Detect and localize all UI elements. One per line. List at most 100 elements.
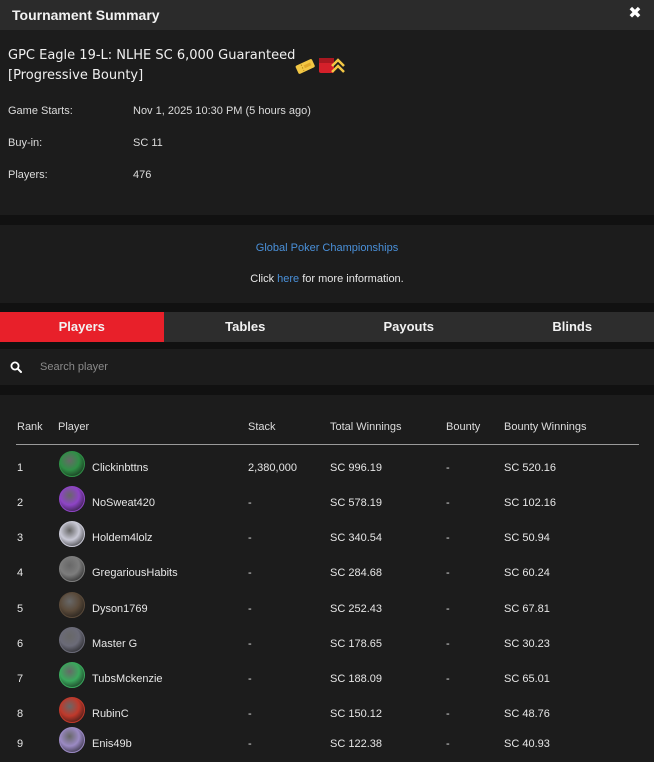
bounty-cell: - [446,462,450,474]
stack-cell: - [248,673,252,685]
total-winnings-cell: SC 996.19 [330,462,382,474]
bounty-winnings-cell: SC 102.16 [504,497,556,509]
header-bounty[interactable]: Bounty [446,421,480,433]
player-name-cell: TubsMckenzie [92,673,163,685]
search-player-input[interactable] [34,355,634,379]
window-title: Tournament Summary [12,7,160,23]
header-rank[interactable]: Rank [17,421,43,433]
players-label: Players: [8,169,48,181]
tab-payouts[interactable]: Payouts [327,312,491,342]
tab-tables[interactable]: Tables [164,312,328,342]
player-name-cell: GregariousHabits [92,567,178,579]
total-winnings-cell: SC 252.43 [330,603,382,615]
players-value: 476 [133,169,152,181]
bounty-winnings-cell: SC 30.23 [504,638,550,650]
more-info-prefix: Click [250,273,275,285]
table-row[interactable]: 9 Enis49b - SC 122.38 - SC 40.93 [16,727,639,762]
buy-in-label: Buy-in: [8,137,43,149]
bounty-cell: - [446,532,450,544]
bounty-winnings-cell: SC 60.24 [504,567,550,579]
progressive-bounty-icon [318,52,346,81]
game-starts-label: Game Starts: [8,105,73,117]
total-winnings-cell: SC 188.09 [330,673,382,685]
avatar [59,662,85,688]
stack-cell: - [248,738,252,750]
bounty-winnings-cell: SC 67.81 [504,603,550,615]
bounty-winnings-cell: SC 65.01 [504,673,550,685]
buy-in-value: SC 11 [133,137,163,149]
table-row[interactable]: 3 Holdem4lolz - SC 340.54 - SC 50.94 [16,521,639,556]
more-info-text: Click here for more information. [0,273,654,285]
total-winnings-cell: SC 578.19 [330,497,382,509]
bounty-cell: - [446,673,450,685]
avatar [59,697,85,723]
avatar [59,486,85,512]
player-name-cell: Dyson1769 [92,603,148,615]
avatar [59,556,85,582]
total-winnings-cell: SC 122.38 [330,738,382,750]
header-bounty-winnings[interactable]: Bounty Winnings [504,421,587,433]
tournament-name: GPC Eagle 19-L: NLHE SC 6,000 Guaranteed… [8,48,296,83]
close-icon[interactable]: ✖ [626,5,644,23]
stack-cell: - [248,497,252,509]
total-winnings-cell: SC 284.68 [330,567,382,579]
total-winnings-cell: SC 150.12 [330,708,382,720]
player-name-cell: Holdem4lolz [92,532,153,544]
header-player[interactable]: Player [58,421,89,433]
stack-cell: - [248,567,252,579]
player-name-cell: Enis49b [92,738,132,750]
rank-cell: 7 [17,673,24,685]
table-row[interactable]: 6 Master G - SC 178.65 - SC 30.23 [16,627,639,662]
avatar [59,627,85,653]
table-row[interactable]: 1 Clickinbttns 2,380,000 SC 996.19 - SC … [16,451,639,486]
tournament-info-panel: GPC Eagle 19-L: NLHE SC 6,000 Guaranteed… [0,30,654,215]
avatar [59,521,85,547]
rank-cell: 6 [17,638,24,650]
bounty-cell: - [446,567,450,579]
avatar [59,451,85,477]
rank-cell: 4 [17,567,24,579]
player-name-cell: RubinC [92,708,129,720]
bounty-winnings-cell: SC 50.94 [504,532,550,544]
player-name-cell: Master G [92,638,138,650]
bounty-cell: - [446,638,450,650]
bounty-cell: - [446,497,450,509]
table-row[interactable]: 5 Dyson1769 - SC 252.43 - SC 67.81 [16,592,639,627]
more-info-suffix: for more information. [302,273,404,285]
avatar [59,592,85,618]
series-link[interactable]: Global Poker Championships [0,242,654,254]
player-name-cell: NoSweat420 [92,497,155,509]
title-bar: Tournament Summary ✖ [0,0,654,30]
bounty-winnings-cell: SC 48.76 [504,708,550,720]
rank-cell: 1 [17,462,24,474]
rank-cell: 3 [17,532,24,544]
table-row[interactable]: 7 TubsMckenzie - SC 188.09 - SC 65.01 [16,662,639,697]
tab-bar: Players Tables Payouts Blinds [0,312,654,342]
stack-cell: 2,380,000 [248,462,297,474]
rank-cell: 9 [17,738,24,750]
bounty-cell: - [446,708,450,720]
stack-cell: - [248,638,252,650]
ticket-icon [294,58,316,79]
player-name-cell: Clickinbttns [92,462,149,474]
bounty-winnings-cell: SC 520.16 [504,462,556,474]
header-stack[interactable]: Stack [248,421,276,433]
bounty-cell: - [446,603,450,615]
rank-cell: 2 [17,497,24,509]
players-table: Rank Player Stack Total Winnings Bounty … [0,395,654,762]
table-row[interactable]: 4 GregariousHabits - SC 284.68 - SC 60.2… [16,556,639,591]
here-link[interactable]: here [277,273,299,285]
search-bar [0,349,654,385]
table-header: Rank Player Stack Total Winnings Bounty … [16,421,639,445]
tab-players[interactable]: Players [0,312,164,342]
game-starts-value: Nov 1, 2025 10:30 PM (5 hours ago) [133,105,311,117]
table-row[interactable]: 2 NoSweat420 - SC 578.19 - SC 102.16 [16,486,639,521]
rank-cell: 8 [17,708,24,720]
header-total-winnings[interactable]: Total Winnings [330,421,402,433]
stack-cell: - [248,708,252,720]
search-icon [10,360,22,378]
stack-cell: - [248,532,252,544]
total-winnings-cell: SC 178.65 [330,638,382,650]
tab-blinds[interactable]: Blinds [491,312,654,342]
total-winnings-cell: SC 340.54 [330,532,382,544]
